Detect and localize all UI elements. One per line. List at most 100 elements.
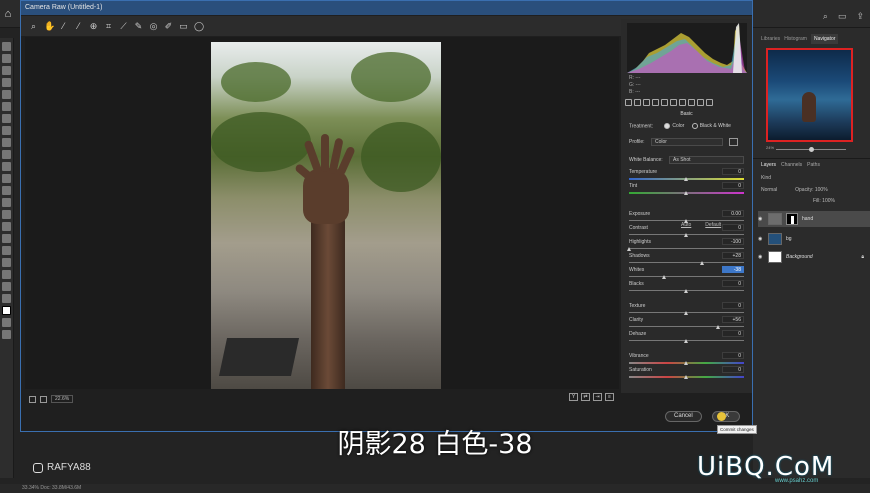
slider-thumb[interactable] [684,233,688,237]
workspace-icon[interactable]: ▭ [838,11,847,22]
copy-settings-icon[interactable]: ⇥ [593,393,602,401]
zoom-tool-icon[interactable] [2,282,11,291]
straighten-icon[interactable]: ⟋ [119,21,128,31]
healing-tool-icon[interactable] [2,126,11,135]
slider-value-field[interactable]: 0 [722,330,744,337]
tab-paths[interactable]: Paths [807,162,820,168]
spot-removal-icon[interactable]: ✎ [134,21,143,31]
slider-vibrance[interactable]: Vibrance 0 [629,352,744,367]
slider-value-field[interactable]: 0 [722,280,744,287]
blur-tool-icon[interactable] [2,198,11,207]
fill-value[interactable]: 100% [822,198,835,204]
slider-clarity[interactable]: Clarity +56 [629,316,744,331]
slider-thumb[interactable] [684,375,688,379]
lens-tab-icon[interactable] [670,99,677,106]
tone-curve-tab-icon[interactable] [634,99,641,106]
history-brush-tool-icon[interactable] [2,162,11,171]
navigator-zoom-knob[interactable] [809,147,814,152]
radio-icon[interactable] [691,123,698,129]
layer-mask-thumbnail[interactable] [786,213,798,225]
profile-select[interactable]: Color [651,138,723,146]
more-tools-icon[interactable] [2,294,11,303]
tab-layers[interactable]: Layers [761,162,776,168]
pen-tool-icon[interactable] [2,222,11,231]
adjustment-brush-icon[interactable]: ✐ [164,21,173,31]
tab-navigator[interactable]: Navigator [810,34,839,44]
slider-highlights[interactable]: Highlights -100 [626,238,744,253]
slider-thumb[interactable] [684,177,688,181]
zoom-in-button[interactable] [40,395,47,403]
slider-thumb[interactable] [684,289,688,293]
hsl-tab-icon[interactable] [652,99,659,106]
slider-thumb[interactable] [626,247,631,251]
targeted-adjust-icon[interactable]: ⊕ [89,21,98,31]
treatment-bw-option[interactable]: Black & White [690,123,731,129]
path-select-tool-icon[interactable] [2,246,11,255]
slider-thumb[interactable] [716,325,721,329]
slider-dehaze[interactable]: Dehaze 0 [629,330,744,345]
slider-track[interactable] [629,326,744,327]
slider-track[interactable] [629,276,744,277]
slider-track[interactable] [629,262,744,263]
slider-value-field[interactable]: 0 [722,352,744,359]
slider-texture[interactable]: Texture 0 [629,302,744,317]
slider-value-field[interactable]: -100 [722,238,744,245]
slider-tint[interactable]: Tint 0 [629,182,744,197]
screen-mode-icon[interactable] [2,330,11,339]
slider-thumb[interactable] [684,339,688,343]
navigator-zoom-slider[interactable]: 24% [766,145,853,153]
slider-value-field[interactable]: +28 [722,252,744,259]
auto-link[interactable]: Auto [681,222,691,228]
eyedropper-tool-icon[interactable] [2,114,11,123]
lasso-tool-icon[interactable] [2,66,11,75]
red-eye-icon[interactable]: ◎ [149,21,158,31]
slider-track[interactable] [629,248,744,249]
swap-icon[interactable]: ⇄ [581,393,590,401]
hand-tool-icon[interactable] [2,270,11,279]
search-icon[interactable]: ⌕ [823,11,828,22]
slider-temperature[interactable]: Temperature 0 [629,168,744,183]
crop-icon[interactable]: ⌗ [104,21,113,31]
white-balance-select[interactable]: As Shot [669,156,744,164]
slider-thumb[interactable] [684,311,688,315]
slider-value-field[interactable]: 0 [722,224,744,231]
image-canvas[interactable] [25,37,619,389]
radial-filter-icon[interactable]: ◯ [194,21,204,31]
quick-select-tool-icon[interactable] [2,78,11,87]
move-tool-icon[interactable] [2,42,11,51]
tab-channels[interactable]: Channels [781,162,802,168]
basic-tab-icon[interactable] [625,99,632,106]
slider-whites[interactable]: Whites -38 [629,266,744,281]
crop-tool-icon[interactable] [2,90,11,99]
zoom-icon[interactable]: ⌕ [29,21,38,31]
slider-value-field[interactable]: -38 [722,266,744,273]
foreground-color-swatch[interactable] [2,306,11,315]
zoom-level-select[interactable]: 22.6% [51,395,74,403]
eye-icon[interactable]: ◉ [758,254,764,260]
eye-icon[interactable]: ◉ [758,236,764,242]
stamp-tool-icon[interactable] [2,150,11,159]
quick-mask-icon[interactable] [2,318,11,327]
frame-tool-icon[interactable] [2,102,11,111]
cancel-button[interactable]: Cancel [665,411,702,422]
radio-selected-icon[interactable] [664,123,671,129]
shape-tool-icon[interactable] [2,258,11,267]
slider-value-field[interactable]: 0 [722,302,744,309]
layer-filter-kind[interactable]: Kind [761,175,771,181]
slider-value-field[interactable]: 0 [722,182,744,189]
presets-tab-icon[interactable] [697,99,704,106]
slider-shadows[interactable]: Shadows +28 [629,252,744,267]
gradient-tool-icon[interactable] [2,186,11,195]
brush-tool-icon[interactable] [2,138,11,147]
slider-value-field[interactable]: 0 [722,168,744,175]
dodge-tool-icon[interactable] [2,210,11,219]
snapshots-tab-icon[interactable] [706,99,713,106]
slider-thumb[interactable] [662,275,667,279]
share-icon[interactable]: ⇪ [856,11,864,22]
toggle-settings-icon[interactable]: ≡ [605,393,614,401]
profile-browser-icon[interactable] [729,138,738,146]
blend-mode-select[interactable]: Normal [761,187,777,193]
eye-icon[interactable]: ◉ [758,216,764,222]
layer-row-bg[interactable]: ◉ bg [758,231,870,247]
default-link[interactable]: Default [705,222,721,228]
